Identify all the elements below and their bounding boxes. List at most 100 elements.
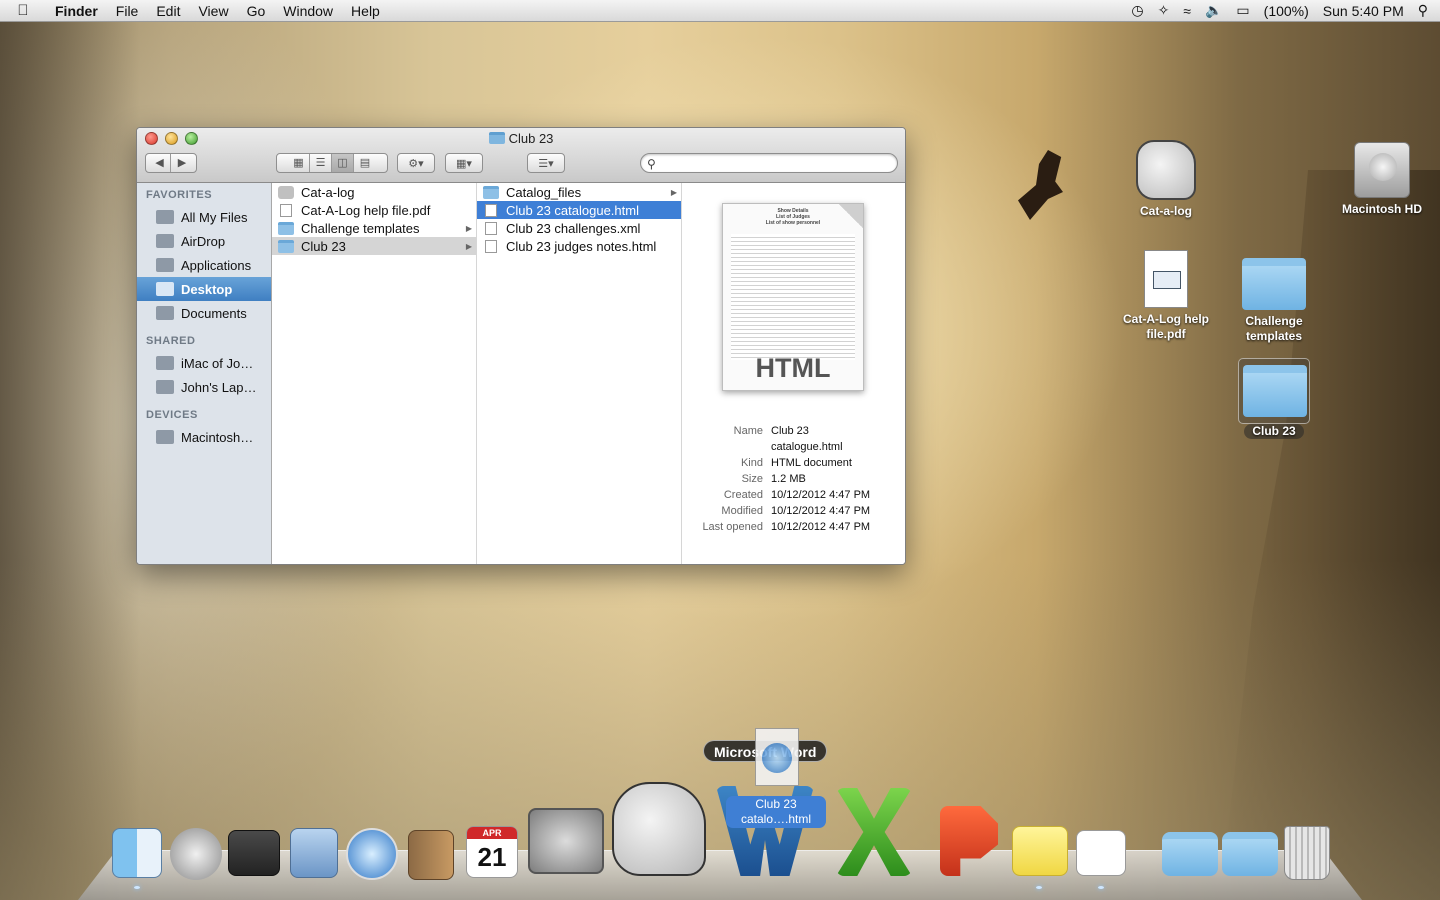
- sidebar-item-macintosh[interactable]: Macintosh…: [137, 425, 271, 449]
- column-view-button[interactable]: ◫: [332, 154, 354, 172]
- cat-app-icon: [1136, 140, 1196, 200]
- desktop-icon-macintosh-hd[interactable]: Macintosh HD: [1336, 142, 1428, 217]
- back-button[interactable]: ◀: [149, 154, 171, 172]
- html-file-icon: [485, 239, 497, 253]
- list-item-label: Cat-a-log: [301, 184, 355, 200]
- desktop-icon-club-23[interactable]: Club 23: [1238, 358, 1310, 439]
- sidebar-item-airdrop[interactable]: AirDrop: [137, 229, 271, 253]
- system-preferences-dock-icon[interactable]: [528, 808, 604, 874]
- info-key: Size: [741, 473, 763, 485]
- wifi-icon[interactable]: ≈: [1183, 3, 1191, 19]
- info-key: Name: [733, 425, 763, 437]
- list-item-catalogue-html[interactable]: Club 23 catalogue.html: [477, 201, 681, 219]
- search-input[interactable]: ⚲: [640, 153, 898, 173]
- mail-stamp-dock-icon[interactable]: [290, 828, 338, 878]
- desktop-icon-label: Club 23: [1244, 424, 1304, 439]
- menu-go[interactable]: Go: [238, 3, 275, 19]
- battery-percent[interactable]: (100%): [1264, 3, 1309, 19]
- icon-view-button[interactable]: ▦: [288, 154, 310, 172]
- list-item-challenge-templates[interactable]: Challenge templates ▶: [272, 219, 476, 237]
- folder-icon: [1243, 365, 1307, 417]
- time-machine-icon[interactable]: ◷: [1131, 2, 1143, 19]
- menu-help[interactable]: Help: [342, 3, 389, 19]
- info-row-last-opened: Last opened 10/12/2012 4:47 PM: [682, 519, 905, 535]
- menu-window[interactable]: Window: [274, 3, 342, 19]
- clock[interactable]: Sun 5:40 PM: [1323, 3, 1404, 19]
- sidebar-item-desktop[interactable]: Desktop: [137, 277, 271, 301]
- window-title: Club 23: [137, 131, 905, 146]
- list-item-challenges-xml[interactable]: Club 23 challenges.xml: [477, 219, 681, 237]
- sidebar-header-favorites: FAVORITES: [146, 189, 213, 201]
- list-view-button[interactable]: ☰: [310, 154, 332, 172]
- folder-icon: [278, 221, 294, 235]
- info-value: 10/12/2012 4:47 PM: [771, 521, 871, 533]
- documents-stack-dock-icon[interactable]: [1222, 832, 1278, 876]
- title-bar[interactable]: Club 23 ◀ ▶ ▦ ☰ ◫ ▤ ⚙▾ ▦▾ ☰▾ ⚲: [137, 128, 905, 183]
- info-value: 10/12/2012 4:47 PM: [771, 505, 871, 517]
- menu-view[interactable]: View: [189, 3, 237, 19]
- bluetooth-icon[interactable]: ✧: [1158, 2, 1170, 19]
- action-menu-button[interactable]: ⚙▾: [397, 153, 435, 173]
- list-item-cat-a-log[interactable]: Cat-a-log: [272, 183, 476, 201]
- sidebar-item-documents[interactable]: Documents: [137, 301, 271, 325]
- dragged-html-file-icon[interactable]: [755, 728, 799, 786]
- finder-dock-icon[interactable]: [112, 828, 162, 878]
- cat-a-log-dock-icon[interactable]: [612, 782, 706, 876]
- forward-button[interactable]: ▶: [171, 154, 193, 172]
- sidebar-header-devices: DEVICES: [146, 409, 198, 421]
- applications-stack-dock-icon[interactable]: [1162, 832, 1218, 876]
- mission-control-dock-icon[interactable]: [228, 830, 280, 876]
- list-item-label: Club 23 challenges.xml: [506, 220, 641, 236]
- info-row-created: Created 10/12/2012 4:47 PM: [682, 487, 905, 503]
- sidebar-item-imac[interactable]: iMac of Jo…: [137, 351, 271, 375]
- sidebar-item-label: Macintosh…: [181, 429, 254, 445]
- list-item-club-23[interactable]: Club 23 ▶: [272, 237, 476, 255]
- desktop-icon-help-pdf[interactable]: Cat-A-Log help file.pdf: [1122, 250, 1210, 342]
- address-book-dock-icon[interactable]: [408, 830, 454, 880]
- sidebar-header-shared: SHARED: [146, 335, 196, 347]
- stickies-dock-icon[interactable]: [1012, 826, 1068, 876]
- hard-drive-icon: [1354, 142, 1410, 198]
- running-indicator: [1098, 886, 1104, 889]
- search-icon: ⚲: [647, 157, 656, 171]
- list-item-help-pdf[interactable]: Cat-A-Log help file.pdf: [272, 201, 476, 219]
- preview-type-label: HTML: [755, 353, 831, 383]
- list-item-judges-notes[interactable]: Club 23 judges notes.html: [477, 237, 681, 255]
- applications-icon: [156, 258, 174, 272]
- trash-dock-icon[interactable]: [1284, 826, 1330, 880]
- pdf-icon: [280, 203, 292, 217]
- battery-icon[interactable]: ▭: [1236, 2, 1249, 19]
- share-menu-button[interactable]: ☰▾: [527, 153, 565, 173]
- menu-file[interactable]: File: [107, 3, 148, 19]
- launchpad-dock-icon[interactable]: [170, 828, 222, 880]
- apple-menu-icon[interactable]: : [0, 2, 46, 19]
- sidebar-item-label: Desktop: [181, 281, 233, 297]
- sidebar-item-laptop[interactable]: John's Lap…: [137, 375, 271, 399]
- browser-column-2: Catalog_files ▶ Club 23 catalogue.html Cl…: [477, 183, 682, 564]
- menu-finder[interactable]: Finder: [46, 3, 107, 19]
- sidebar-item-label: John's Lap…: [181, 379, 257, 395]
- sidebar-item-applications[interactable]: Applications: [137, 253, 271, 277]
- coverflow-view-button[interactable]: ▤: [354, 154, 376, 172]
- sidebar-item-label: AirDrop: [181, 233, 226, 249]
- spotlight-icon[interactable]: ⚲: [1418, 2, 1428, 19]
- menu-edit[interactable]: Edit: [147, 3, 189, 19]
- volume-icon[interactable]: 🔈: [1205, 2, 1222, 19]
- sidebar-item-all-my-files[interactable]: All My Files: [137, 205, 271, 229]
- safari-dock-icon[interactable]: [346, 828, 398, 880]
- calendar-dock-icon[interactable]: APR 21: [466, 826, 518, 878]
- folder-icon: [278, 239, 294, 253]
- desktop-icon-challenge-templates[interactable]: Challenge templates: [1230, 258, 1318, 344]
- desktop-icon-label: Cat-a-log: [1140, 204, 1192, 218]
- info-value: Club 23 catalogue.html: [771, 425, 843, 453]
- info-value: 10/12/2012 4:47 PM: [771, 489, 871, 501]
- desktop-icon-cat-a-log[interactable]: Cat-a-log: [1122, 140, 1210, 219]
- sidebar-item-label: Applications: [181, 257, 252, 273]
- list-item-catalog-files[interactable]: Catalog_files ▶: [477, 183, 681, 201]
- list-item-label: Catalog_files: [506, 184, 582, 200]
- arrange-menu-button[interactable]: ▦▾: [445, 153, 483, 173]
- file-preview-thumbnail[interactable]: Show Details List of Judges List of show…: [722, 203, 864, 391]
- eagle-wallpaper-image: [1018, 150, 1063, 220]
- grab-scissors-dock-icon[interactable]: [1076, 830, 1126, 876]
- dragged-file-name: Club 23 catalo….html: [726, 796, 826, 828]
